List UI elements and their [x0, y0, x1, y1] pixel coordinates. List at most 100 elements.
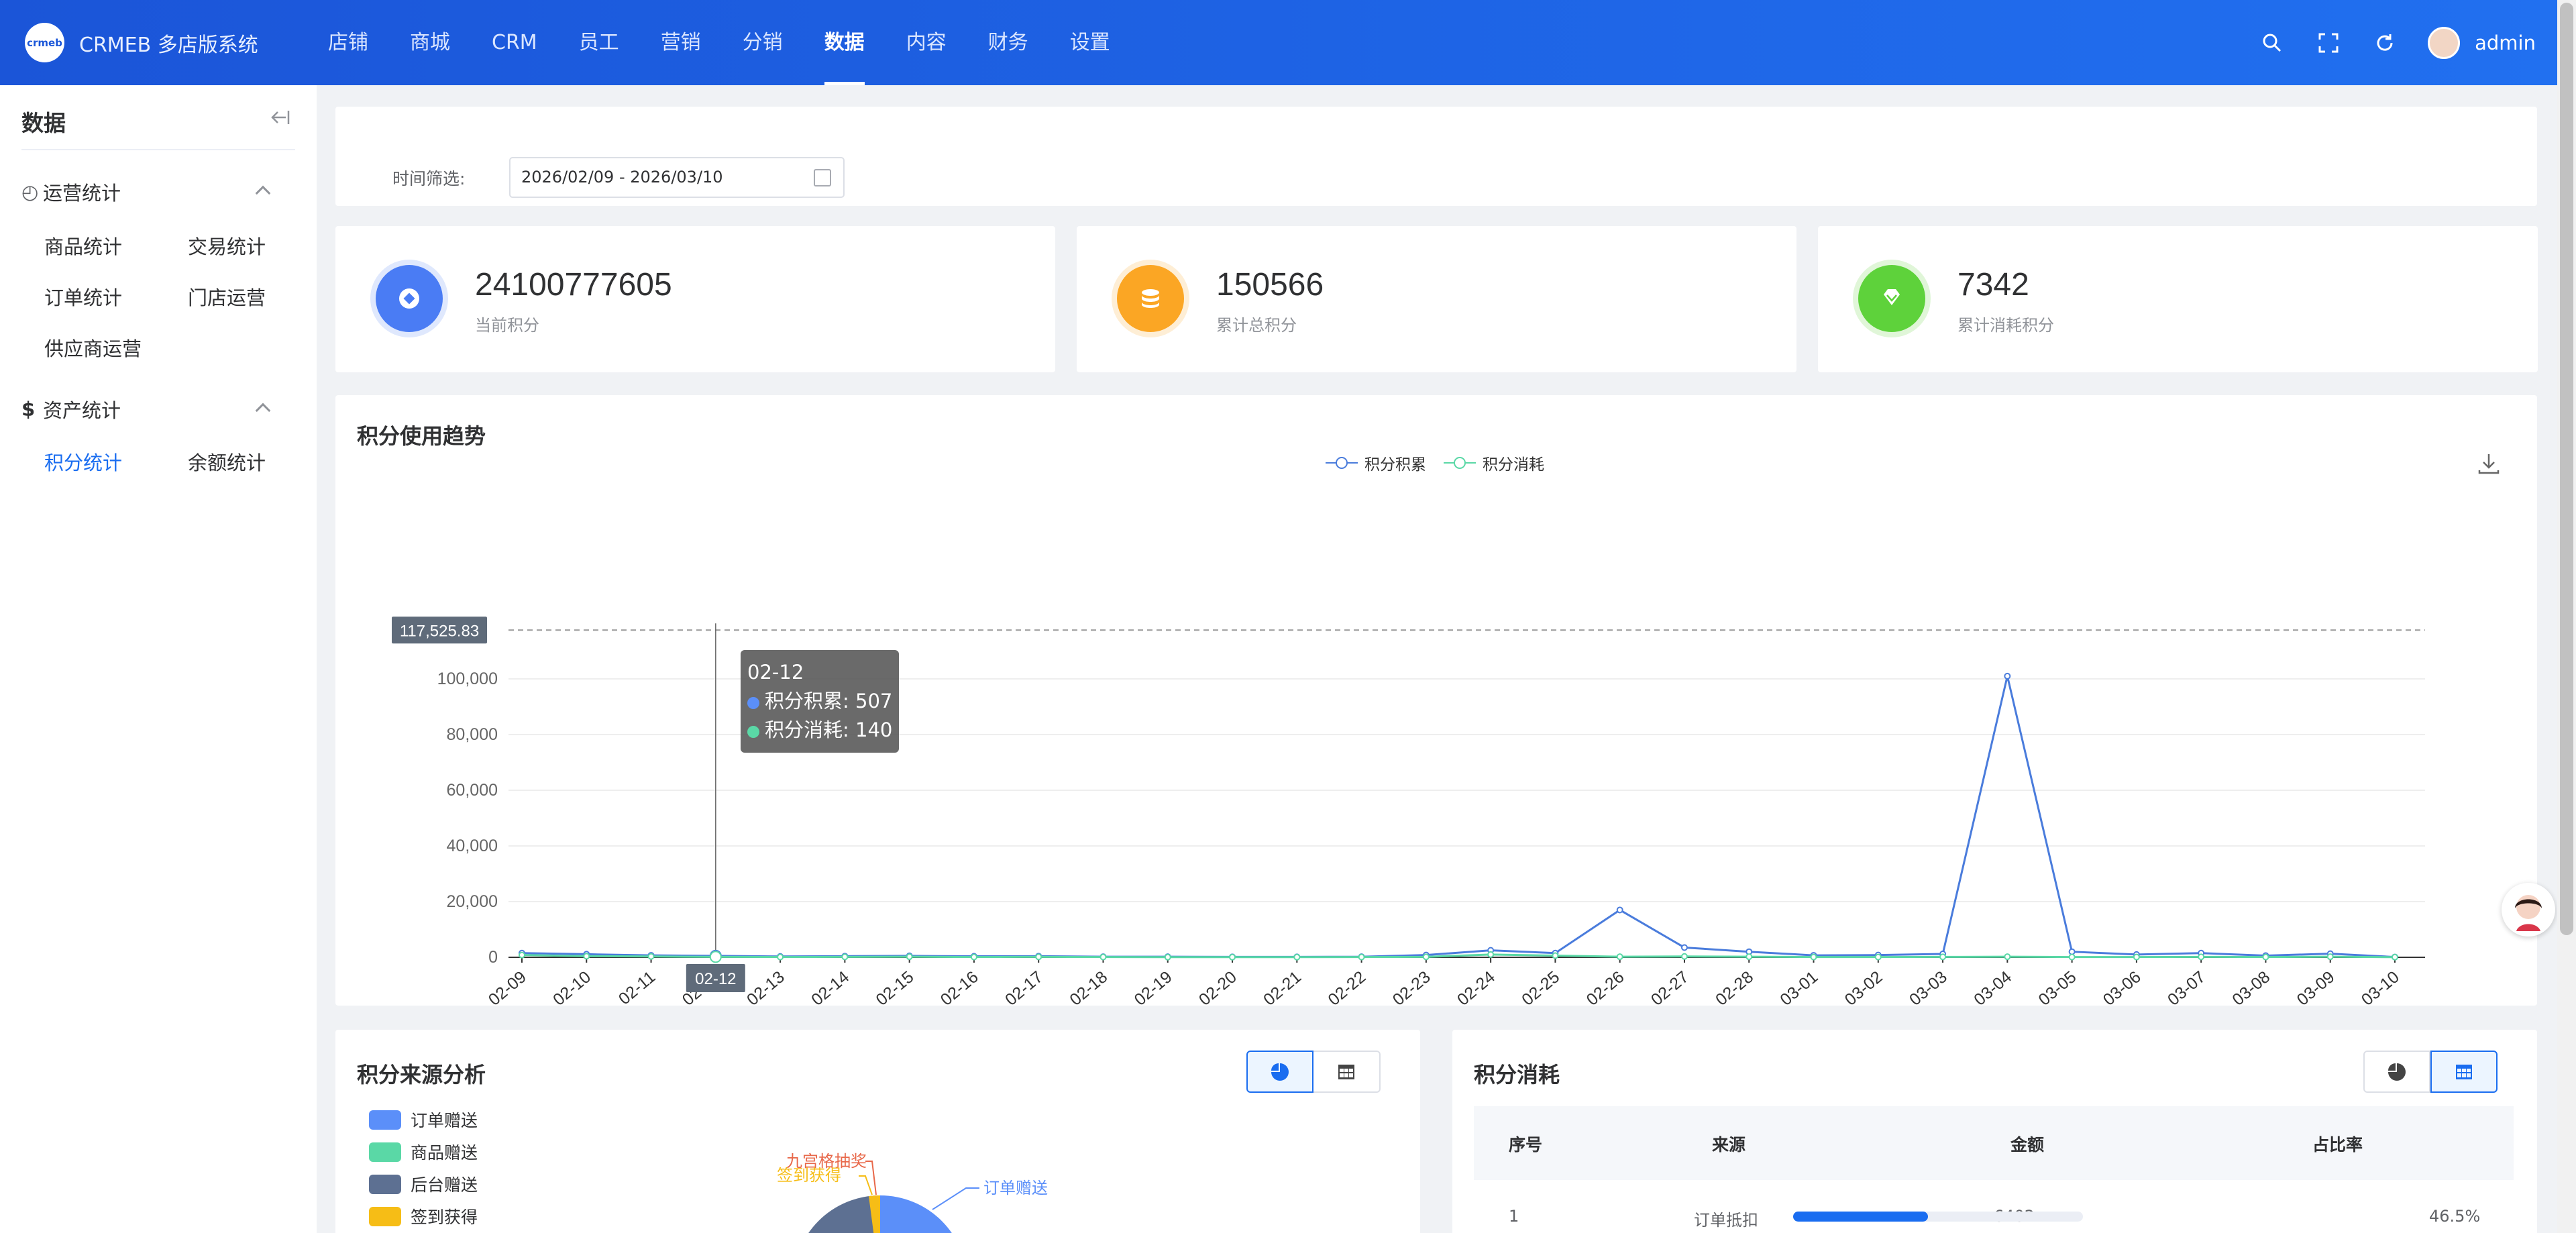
data-point [1616, 953, 1623, 961]
app-logo[interactable]: crmeb CRMEB 多店版系统 [25, 23, 258, 62]
diamond-icon [1858, 265, 1925, 332]
x-tick-label: 02-23 [1389, 967, 1434, 1006]
sidebar-item-store-operations[interactable]: 门店运营 [188, 282, 266, 311]
sidebar-item-trade-stats[interactable]: 交易统计 [188, 231, 266, 260]
trend-chart[interactable]: 0 20,000 40,000 60,000 80,000 100,000 02-09 02-… [335, 395, 2537, 1006]
tooltip-series2-text: 积分消耗: 140 [765, 718, 893, 741]
x-tick-label: 02-09 [485, 967, 530, 1006]
table-view-button[interactable] [2430, 1051, 2498, 1093]
consume-title: 积分消耗 [1474, 1062, 1560, 1087]
header-tools: admin [2244, 0, 2536, 85]
points-trend-card: 积分使用趋势 积分积累 积分消耗 0 20,000 40,000 60,000 80,0… [335, 395, 2537, 1006]
nav-item-marketing[interactable]: 营销 [640, 0, 722, 85]
stat-label: 累计消耗积分 [1957, 316, 2054, 335]
stat-label: 当前积分 [475, 316, 539, 335]
table-header: 序号 来源 金额 占比率 [1474, 1106, 2514, 1180]
calendar-icon [814, 169, 831, 186]
x-tick-label: 03-02 [1841, 967, 1886, 1006]
cell-ratio: 46.5% [2429, 1207, 2481, 1226]
data-point [709, 951, 722, 963]
x-tick-label: 03-04 [1970, 967, 2015, 1006]
x-tick-label: 02-25 [1518, 967, 1563, 1006]
x-tick-label: 02-16 [937, 967, 982, 1006]
tooltip-series1-text: 积分积累: 507 [765, 690, 893, 712]
y-tick-label: 0 [488, 948, 498, 967]
x-tick-label: 03-08 [2229, 967, 2273, 1006]
nav-item-store[interactable]: 店铺 [307, 0, 389, 85]
ratio-progress-bar [1793, 1212, 2083, 1222]
tooltip-series1: 积分积累: 507 [747, 687, 892, 716]
data-point [2004, 953, 2011, 961]
sidebar-item-supplier-operations[interactable]: 供应商运营 [44, 333, 142, 362]
nav-item-crm[interactable]: CRM [471, 0, 558, 85]
x-tick-label: 02-17 [1002, 967, 1046, 1006]
nav-item-finance[interactable]: 财务 [967, 0, 1049, 85]
nav-item-data[interactable]: 数据 [804, 0, 885, 85]
scrollbar-thumb[interactable] [2560, 3, 2573, 935]
sidebar-item-balance-stats[interactable]: 余额统计 [188, 447, 266, 476]
x-tick-label: 02-28 [1712, 967, 1757, 1006]
avatar[interactable] [2428, 26, 2461, 59]
pie-slice-admin[interactable] [793, 1195, 880, 1233]
column-header-ratio: 占比率 [2312, 1135, 2363, 1155]
data-point [1616, 906, 1623, 914]
sidebar-item-product-stats[interactable]: 商品统计 [44, 231, 122, 260]
nav-item-content[interactable]: 内容 [885, 0, 967, 85]
clock-icon: ◴ [21, 180, 39, 203]
customer-service-avatar[interactable] [2502, 883, 2555, 936]
data-point [777, 953, 784, 961]
x-tick-label: 03-06 [2100, 967, 2145, 1006]
pie-view-button[interactable] [2363, 1051, 2430, 1093]
logo-icon: crmeb [25, 23, 64, 62]
x-tick-label: 03-10 [2358, 967, 2403, 1006]
user-name[interactable]: admin [2475, 32, 2536, 54]
data-point [1099, 953, 1107, 961]
stat-value: 7342 [1957, 267, 2029, 303]
main-content: 时间筛选: 2026/02/09 - 2026/03/10 2410077760… [317, 85, 2576, 1233]
data-point [2392, 953, 2398, 961]
max-marker-label: 117,525.83 [400, 622, 479, 640]
y-tick-label: 20,000 [447, 892, 498, 911]
app-title: CRMEB 多店版系统 [79, 33, 258, 57]
data-point [1874, 953, 1882, 961]
sidebar-item-points-stats[interactable]: 积分统计 [44, 447, 122, 476]
data-point [1229, 953, 1236, 961]
date-range-picker[interactable]: 2026/02/09 - 2026/03/10 [509, 157, 845, 198]
date-range-value: 2026/02/09 - 2026/03/10 [521, 168, 723, 186]
nav-item-staff[interactable]: 员工 [558, 0, 640, 85]
x-tick-label: 02-21 [1260, 967, 1305, 1006]
data-point [841, 953, 849, 961]
fullscreen-icon[interactable] [2300, 23, 2357, 63]
collapse-sidebar-icon[interactable] [270, 109, 291, 129]
source-pie-chart[interactable]: 九宫格抽奖 签到获得 订单赠送 [335, 1030, 1420, 1233]
search-icon[interactable] [2244, 23, 2300, 63]
x-tick-label: 02-20 [1195, 967, 1240, 1006]
x-tick-label: 02-14 [808, 967, 853, 1006]
column-header-amount: 金额 [2010, 1135, 2045, 1155]
sidebar-group-label: 资产统计 [43, 399, 121, 422]
tooltip-series2: 积分消耗: 140 [747, 716, 892, 745]
sidebar-divider [21, 149, 295, 150]
nav-item-settings[interactable]: 设置 [1049, 0, 1131, 85]
y-tick-label: 60,000 [447, 781, 498, 800]
nav-item-mall[interactable]: 商城 [389, 0, 471, 85]
nav-item-distribution[interactable]: 分销 [722, 0, 804, 85]
column-header-source: 来源 [1712, 1135, 1746, 1155]
sidebar-group-assets[interactable]: $ 资产统计 [21, 395, 295, 423]
sidebar-item-order-stats[interactable]: 订单统计 [44, 282, 122, 311]
y-tick-label: 80,000 [447, 725, 498, 744]
page-scrollbar[interactable] [2557, 0, 2576, 1233]
points-consume-card: 积分消耗 序号 来源 金额 占比率 1 订单抵扣 6402 46.5% [1452, 1030, 2537, 1233]
refresh-icon[interactable] [2357, 23, 2413, 63]
cell-source: 订单抵扣 [1694, 1211, 1758, 1230]
coins-icon [1117, 265, 1184, 332]
x-tick-label: 02-18 [1066, 967, 1111, 1006]
sidebar-group-operations[interactable]: ◴ 运营统计 [21, 178, 295, 206]
pie-slice-order[interactable] [880, 1195, 967, 1233]
data-point [1035, 953, 1042, 961]
data-point [1939, 953, 1947, 961]
pie-chart-icon [2388, 1063, 2406, 1081]
chevron-up-icon [255, 403, 271, 419]
sidebar-title: 数据 [21, 110, 66, 136]
stat-value: 24100777605 [475, 267, 672, 303]
